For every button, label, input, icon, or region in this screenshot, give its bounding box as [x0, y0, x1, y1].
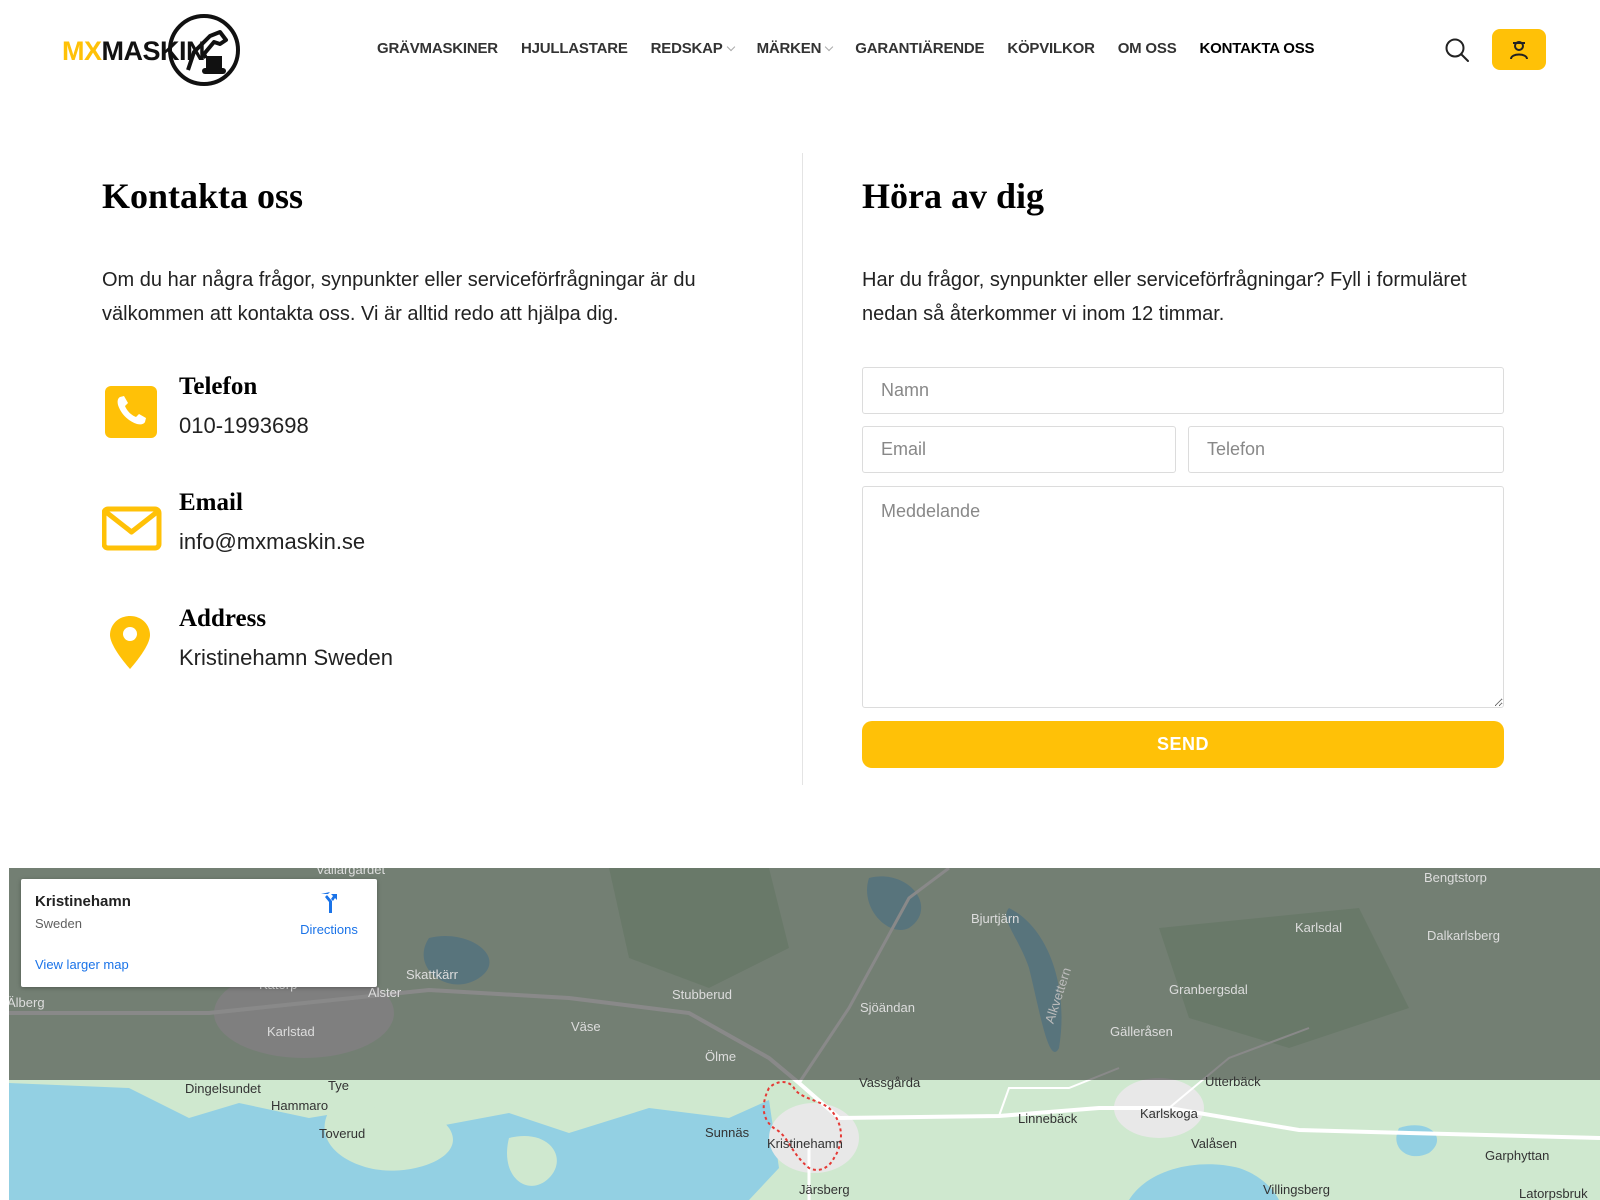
excavator-icon — [186, 30, 228, 74]
address-title: Address — [179, 605, 267, 632]
view-larger-map-link[interactable]: View larger map — [35, 957, 129, 972]
message-field[interactable] — [862, 486, 1504, 708]
email-value[interactable]: info@mxmaskin.se — [179, 529, 365, 555]
column-divider — [802, 153, 803, 785]
nav-marken[interactable]: MÄRKEN — [757, 40, 834, 57]
directions-icon — [321, 892, 337, 913]
contact-phone: Telefon 010-1993698 — [102, 373, 702, 471]
logo[interactable]: MXMASKIN — [60, 12, 250, 88]
map-label: Vallargärdet — [316, 868, 386, 877]
map-label: Bengtstorp — [1424, 870, 1487, 885]
map-label: Järsberg — [799, 1182, 850, 1197]
contact-intro: Om du har några frågor, synpunkter eller… — [102, 269, 696, 325]
phone-icon — [105, 386, 157, 438]
email-title: Email — [179, 489, 243, 516]
map-label: Bjurtjärn — [971, 911, 1020, 926]
name-field[interactable] — [862, 367, 1504, 414]
map-label: Granbergsdal — [1169, 982, 1248, 997]
map-label: Kristinehamn — [767, 1136, 843, 1151]
map-label: Skattkärr — [406, 967, 459, 982]
map-label: Dalkarlsberg — [1427, 928, 1500, 943]
nav-om-oss[interactable]: OM OSS — [1118, 40, 1177, 57]
map-label: Stubberud — [672, 987, 732, 1002]
user-icon — [1510, 40, 1528, 59]
email-field[interactable] — [862, 426, 1176, 473]
map-label: Gälleråsen — [1110, 1024, 1173, 1039]
map-label: Hammaro — [271, 1098, 329, 1113]
contact-title: Kontakta oss — [102, 176, 304, 216]
map-label: Utterbäck — [1205, 1074, 1261, 1089]
map-place-title: Kristinehamn — [35, 893, 131, 910]
map-label: Linnebäck — [1018, 1111, 1078, 1126]
map-label: Garphyttan — [1485, 1148, 1550, 1163]
nav-hjullastare[interactable]: HJULLASTARE — [521, 40, 628, 57]
map-label: Dingelsundet — [185, 1081, 261, 1096]
send-button[interactable]: SEND — [862, 721, 1504, 768]
main-nav: GRÄVMASKINER HJULLASTARE REDSKAP MÄRKEN … — [377, 40, 1337, 57]
form-intro: Har du frågor, synpunkter eller servicef… — [862, 269, 1467, 325]
map-label: Karlsdal — [1295, 920, 1342, 935]
contact-section: Kontakta oss Om du har några frågor, syn… — [102, 175, 742, 670]
map-place-subtitle: Sweden — [35, 916, 82, 931]
nav-garantiarende[interactable]: GARANTIÄRENDE — [855, 40, 984, 57]
chevron-down-icon — [726, 42, 735, 51]
phone-value[interactable]: 010-1993698 — [179, 413, 309, 439]
map-label: Ölme — [705, 1049, 737, 1064]
map-label: Älberg — [9, 995, 45, 1010]
phone-title: Telefon — [179, 373, 258, 400]
map-label: Toverud — [319, 1126, 366, 1141]
map-label: Sunnäs — [705, 1125, 750, 1140]
map-label: Villingsberg — [1263, 1182, 1330, 1197]
form-section: Höra av dig Har du frågor, synpunkter el… — [862, 175, 1504, 325]
nav-kontakta-oss[interactable]: KONTAKTA OSS — [1200, 40, 1315, 57]
nav-gravmaskiner[interactable]: GRÄVMASKINER — [377, 40, 498, 57]
map-label: Latorpsbruk — [1519, 1186, 1588, 1200]
map-info-card: Kristinehamn Sweden View larger map Dire… — [21, 879, 377, 987]
map-label: Alster — [368, 985, 402, 1000]
chevron-down-icon — [825, 42, 834, 51]
map-label: Väse — [571, 1019, 601, 1034]
search-button[interactable] — [1443, 36, 1471, 64]
form-title: Höra av dig — [862, 176, 1045, 216]
directions-label: Directions — [300, 922, 358, 937]
map-label: Karlskoga — [1140, 1106, 1198, 1121]
address-value: Kristinehamn Sweden — [179, 645, 394, 670]
map-label: Valåsen — [1191, 1136, 1238, 1151]
nav-kopvilkor[interactable]: KÖPVILKOR — [1007, 40, 1095, 57]
map-label: Vassgårda — [859, 1075, 921, 1090]
nav-redskap[interactable]: REDSKAP — [651, 40, 735, 57]
contact-address: Address Kristinehamn Sweden — [102, 605, 702, 703]
map-label: Sjöändan — [860, 1000, 915, 1015]
envelope-icon — [102, 506, 162, 551]
directions-button[interactable]: Directions — [291, 891, 367, 937]
search-icon — [1445, 38, 1469, 62]
contact-email: Email info@mxmaskin.se — [102, 489, 702, 587]
account-button[interactable] — [1492, 29, 1546, 70]
location-pin-icon — [110, 616, 150, 669]
map-label: Tye — [328, 1078, 349, 1093]
site-header: MXMASKIN GRÄVMASKINER HJULLASTARE REDSKA… — [0, 0, 1600, 100]
phone-field[interactable] — [1188, 426, 1504, 473]
map-label: Karlstad — [267, 1024, 315, 1039]
